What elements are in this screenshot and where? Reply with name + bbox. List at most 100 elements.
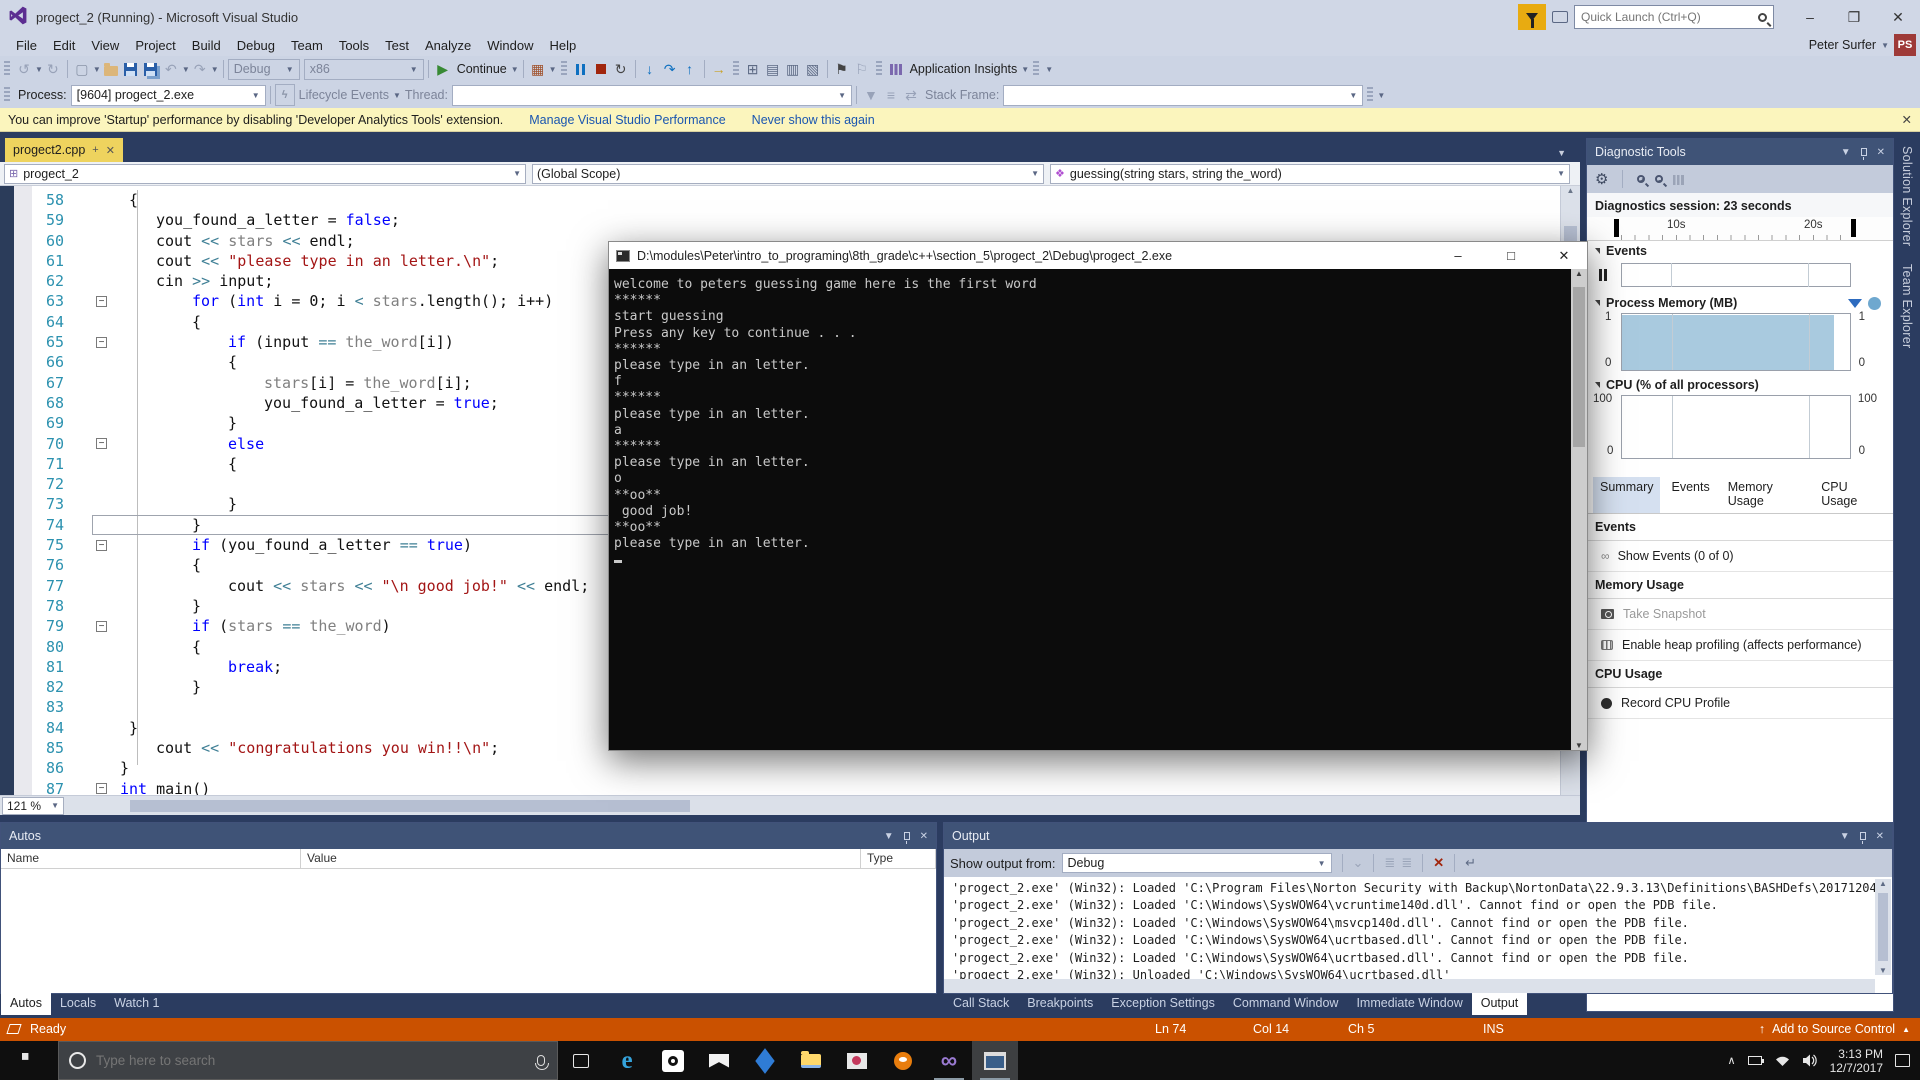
avatar[interactable]: PS: [1894, 34, 1916, 56]
events-section-header[interactable]: Events: [1587, 241, 1893, 261]
scope-dropdown[interactable]: (Global Scope)▼: [532, 164, 1044, 184]
side-tab-solution-explorer[interactable]: Solution Explorer: [1900, 146, 1914, 246]
taskbar-app-task-view[interactable]: [558, 1041, 604, 1080]
manage-performance-link[interactable]: Manage Visual Studio Performance: [529, 113, 725, 127]
panel-tab-exception-settings[interactable]: Exception Settings: [1102, 993, 1224, 1015]
panel-tab-watch-1[interactable]: Watch 1: [105, 993, 168, 1015]
diag-tab-memory-usage[interactable]: Memory Usage: [1721, 477, 1811, 513]
console-window[interactable]: D:\modules\Peter\intro_to_programing\8th…: [608, 241, 1588, 751]
never-show-again-link[interactable]: Never show this again: [752, 113, 875, 127]
code-line-58[interactable]: 58{: [0, 190, 1560, 210]
cpu-chart[interactable]: [1621, 395, 1851, 459]
taskbar-app-paint-3d[interactable]: [742, 1041, 788, 1080]
panel-tab-call-stack[interactable]: Call Stack: [944, 993, 1018, 1015]
fold-marker-icon[interactable]: −: [84, 616, 120, 636]
lifecycle-events-icon[interactable]: ϟ: [275, 84, 295, 106]
console-close-icon[interactable]: ✕: [1541, 242, 1587, 269]
memory-section-header[interactable]: Process Memory (MB): [1587, 293, 1893, 313]
take-snapshot-button[interactable]: Take Snapshot: [1587, 599, 1893, 630]
start-button[interactable]: [0, 1041, 58, 1080]
menu-help[interactable]: Help: [542, 36, 585, 55]
error-list-window-icon[interactable]: ▧: [803, 58, 823, 80]
close-panel-icon[interactable]: ✕: [1876, 831, 1884, 842]
output-caption[interactable]: Output ▼ ✕: [944, 823, 1892, 849]
continue-label[interactable]: Continue: [457, 62, 507, 76]
function-dropdown[interactable]: ❖ guessing(string stars, string the_word…: [1050, 164, 1570, 184]
close-panel-icon[interactable]: ✕: [920, 831, 928, 842]
restart-icon[interactable]: ↻: [611, 58, 631, 80]
diag-tab-summary[interactable]: Summary: [1593, 477, 1660, 513]
panel-tab-locals[interactable]: Locals: [51, 993, 105, 1015]
step-out-icon[interactable]: ↑: [680, 58, 700, 80]
navigate-forward-icon[interactable]: ↻: [43, 58, 63, 80]
menu-test[interactable]: Test: [377, 36, 417, 55]
notifications-flag-icon[interactable]: [1518, 4, 1546, 30]
taskbar-app-photos[interactable]: [834, 1041, 880, 1080]
process-dropdown[interactable]: [9604] progect_2.exe▼: [71, 85, 266, 106]
fold-marker-icon[interactable]: −: [84, 779, 120, 795]
wifi-icon[interactable]: [1774, 1054, 1791, 1067]
action-center-icon[interactable]: [1895, 1054, 1910, 1067]
clear-all-icon[interactable]: ✕: [1433, 855, 1444, 871]
application-insights-icon[interactable]: [886, 58, 906, 80]
menu-build[interactable]: Build: [184, 36, 229, 55]
stack-frame-dropdown[interactable]: ▼: [1003, 85, 1363, 106]
panel-tab-autos[interactable]: Autos: [1, 993, 51, 1015]
code-line-59[interactable]: 59you_found_a_letter = false;: [0, 210, 1560, 230]
filter-funnel-icon[interactable]: [1848, 299, 1862, 308]
taskbar-app-blender[interactable]: [880, 1041, 926, 1080]
quick-launch-input[interactable]: [1581, 10, 1758, 24]
lifecycle-events-label[interactable]: Lifecycle Events: [299, 88, 389, 102]
window-position-icon[interactable]: ▼: [1841, 147, 1851, 158]
output-horizontal-scrollbar[interactable]: [944, 979, 1875, 993]
restore-button[interactable]: ❐: [1832, 2, 1876, 32]
menu-file[interactable]: File: [8, 36, 45, 55]
autos-column-value[interactable]: Value: [301, 849, 861, 868]
tab-overflow-icon[interactable]: ▼: [1557, 148, 1566, 158]
close-button[interactable]: ✕: [1876, 2, 1920, 32]
close-tab-icon[interactable]: ✕: [106, 144, 115, 157]
stop-debugging-icon[interactable]: [591, 58, 611, 80]
break-all-icon[interactable]: [571, 58, 591, 80]
pin-icon[interactable]: [1861, 148, 1867, 156]
volume-icon[interactable]: [1803, 1054, 1818, 1067]
next-message-icon[interactable]: ≣: [1401, 855, 1412, 871]
snapshot-dot-icon[interactable]: [1868, 297, 1881, 310]
find-message-icon[interactable]: ⌄: [1353, 855, 1364, 871]
show-next-statement-icon[interactable]: →: [709, 58, 729, 80]
toolbar-grip[interactable]: [561, 61, 567, 77]
zoom-level-dropdown[interactable]: 121 %▼: [2, 797, 64, 815]
code-line-86[interactable]: 86}: [0, 758, 1560, 778]
bookmark-icon[interactable]: ⚑: [832, 58, 852, 80]
menu-edit[interactable]: Edit: [45, 36, 83, 55]
user-name[interactable]: Peter Surfer: [1809, 38, 1876, 52]
heap-profiling-button[interactable]: Enable heap profiling (affects performan…: [1587, 630, 1893, 661]
step-into-icon[interactable]: ↓: [640, 58, 660, 80]
document-tab[interactable]: progect2.cpp + ✕: [5, 138, 123, 162]
console-minimize-icon[interactable]: –: [1435, 242, 1481, 269]
console-scrollbar[interactable]: ▲▼: [1571, 269, 1587, 750]
menu-tools[interactable]: Tools: [331, 36, 377, 55]
solution-config-dropdown[interactable]: Debug▼: [228, 59, 300, 80]
autos-column-name[interactable]: Name: [1, 849, 301, 868]
taskbar-search-input[interactable]: [96, 1053, 527, 1068]
fold-marker-icon[interactable]: −: [84, 332, 120, 352]
horizontal-scrollbar-thumb[interactable]: [130, 800, 690, 812]
bookmark-outline-icon[interactable]: ⚐: [852, 58, 872, 80]
code-line-87[interactable]: 87−int main(): [0, 779, 1560, 795]
panel-tab-command-window[interactable]: Command Window: [1224, 993, 1348, 1015]
diag-tab-events[interactable]: Events: [1664, 477, 1716, 513]
fold-marker-icon[interactable]: −: [84, 434, 120, 454]
record-cpu-button[interactable]: Record CPU Profile: [1587, 688, 1893, 719]
toggle-frames-icon[interactable]: ⇄: [901, 84, 921, 106]
open-file-icon[interactable]: [101, 58, 121, 80]
taskbar-search[interactable]: [58, 1041, 558, 1080]
fold-marker-icon[interactable]: −: [84, 291, 120, 311]
taskbar-app-edge[interactable]: e: [604, 1041, 650, 1080]
taskbar-app-groove-music[interactable]: [650, 1041, 696, 1080]
zoom-in-icon[interactable]: +: [1637, 175, 1645, 183]
platform-dropdown[interactable]: x86▼: [304, 59, 424, 80]
solution-explorer-window-icon[interactable]: ⊞: [743, 58, 763, 80]
toolbar-grip[interactable]: [4, 61, 10, 77]
panel-tab-output[interactable]: Output: [1472, 993, 1528, 1015]
